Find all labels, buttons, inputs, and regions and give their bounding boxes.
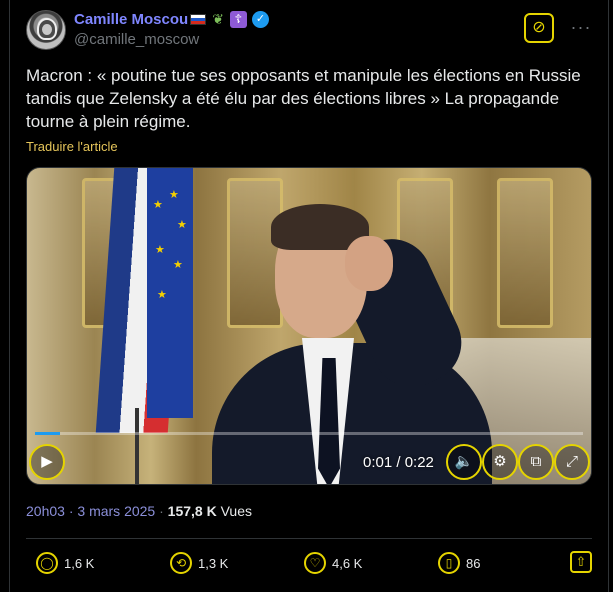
display-name[interactable]: Camille Moscou: [74, 11, 188, 28]
video-progress-bar[interactable]: [35, 432, 583, 435]
avatar[interactable]: [26, 10, 66, 50]
action-bar: ◯ 1,6 K ⟲ 1,3 K ♡ 4,6 K ▯ 86 ⇧: [26, 550, 592, 576]
eu-flag: ★ ★ ★ ★ ★ ★: [147, 168, 193, 418]
leaf-icon: ❦: [212, 10, 224, 27]
verified-icon[interactable]: ✓: [251, 10, 269, 28]
author-handle[interactable]: @camille_moscow: [74, 31, 269, 48]
wall-panel: [227, 178, 283, 328]
repost-icon: ⟲: [170, 552, 192, 574]
reply-button[interactable]: ◯ 1,6 K: [36, 550, 94, 576]
like-button[interactable]: ♡ 4,6 K: [304, 550, 362, 576]
meta-separator: ·: [68, 503, 74, 519]
view-count: 157,8 K: [167, 503, 217, 519]
fullscreen-icon[interactable]: ⤢: [554, 444, 590, 480]
tweet-time[interactable]: 20h03: [26, 503, 65, 519]
repost-button[interactable]: ⟲ 1,3 K: [170, 550, 228, 576]
bookmark-icon: ▯: [438, 552, 460, 574]
volume-icon[interactable]: 🔈: [446, 444, 482, 480]
tweet-meta: 20h03 · 3 mars 2025 · 157,8 K Vues: [26, 503, 252, 519]
settings-icon[interactable]: ⚙: [482, 444, 518, 480]
tweet-text: Macron : « poutine tue ses opposants et …: [26, 66, 581, 131]
video-time: 0:01 / 0:22: [363, 454, 434, 471]
play-icon[interactable]: ▶: [29, 444, 65, 480]
avatar-face: [42, 24, 52, 35]
more-icon[interactable]: ···: [566, 13, 596, 43]
share-icon[interactable]: ⇧: [570, 551, 592, 573]
view-label: Vues: [220, 503, 252, 519]
divider: [26, 538, 592, 539]
russia-flag-icon: [190, 13, 207, 25]
author-names: Camille Moscou ❦ ☦ ✓ @camille_moscow: [74, 10, 269, 48]
popout-icon[interactable]: ⧉: [518, 444, 554, 480]
flag-pole: [135, 408, 139, 484]
tweet-date[interactable]: 3 mars 2025: [77, 503, 155, 519]
meta-separator: ·: [159, 503, 164, 519]
tweet-card: Camille Moscou ❦ ☦ ✓ @camille_moscow ⊘ ·…: [9, 0, 609, 592]
video-player[interactable]: ★ ★ ★ ★ ★ ★ ▶ 0:01 / 0:22 🔈 ⚙ ⧉ ⤢: [26, 167, 592, 485]
bookmark-count: 86: [466, 555, 481, 571]
wall-panel: [497, 178, 553, 328]
display-name-row: Camille Moscou ❦ ☦ ✓: [74, 10, 269, 28]
orthodox-cross-icon: ☦: [229, 10, 247, 28]
translate-link[interactable]: Traduire l'article: [26, 139, 118, 154]
reply-count: 1,6 K: [64, 555, 95, 571]
grok-icon[interactable]: ⊘: [524, 13, 554, 43]
speaker-hand: [345, 236, 393, 291]
like-count: 4,6 K: [332, 555, 363, 571]
repost-count: 1,3 K: [198, 555, 229, 571]
reply-icon: ◯: [36, 552, 58, 574]
bookmark-button[interactable]: ▯ 86: [438, 550, 480, 576]
heart-icon: ♡: [304, 552, 326, 574]
video-progress-fill: [35, 432, 60, 435]
tweet-header: Camille Moscou ❦ ☦ ✓ @camille_moscow ⊘ ·…: [26, 10, 596, 52]
